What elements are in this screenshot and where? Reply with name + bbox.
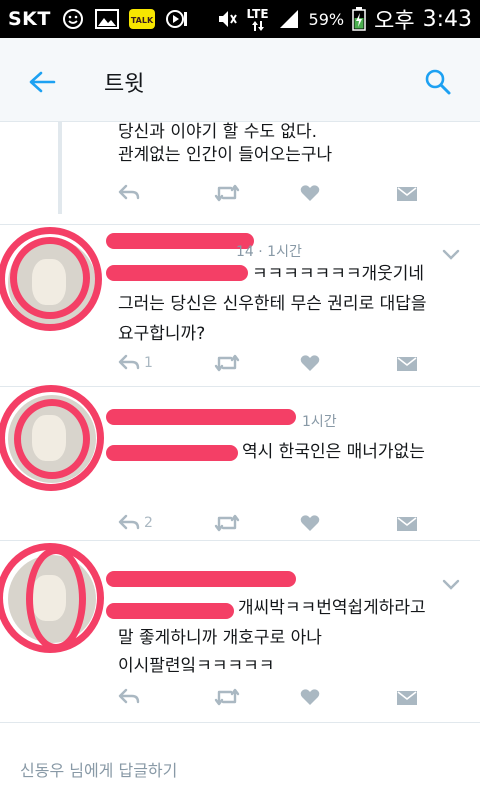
- tweet-actions: [118, 181, 418, 205]
- reply-count: 1: [144, 355, 153, 371]
- reply-composer[interactable]: 신동우 님에게 답글하기: [0, 722, 480, 800]
- kakaotalk-icon: TALK: [128, 7, 155, 31]
- envelope-icon: [397, 357, 417, 371]
- redacted-username: [106, 233, 254, 249]
- carrier-label: SKT: [8, 8, 51, 30]
- tweet-item[interactable]: 개씨박ㅋㅋ번역쉽게하라고 말 좋게하니까 개호구로 아나 이시팔련잌ㅋㅋㅋㅋㅋ: [0, 541, 480, 721]
- retweet-icon: [214, 514, 240, 532]
- search-button[interactable]: [418, 62, 458, 102]
- share-button[interactable]: [396, 685, 418, 709]
- gallery-icon: [94, 7, 119, 31]
- page-title: 트윗: [104, 72, 145, 97]
- redacted-mention: [106, 265, 248, 281]
- retweet-button[interactable]: [214, 511, 240, 535]
- chevron-down-icon[interactable]: [442, 249, 460, 261]
- network-label: LTE: [246, 6, 269, 21]
- heart-icon: [300, 689, 320, 705]
- redacted-username: [106, 571, 296, 587]
- tweet-actions: 1: [118, 351, 418, 375]
- search-icon: [425, 69, 451, 95]
- share-button[interactable]: [396, 351, 418, 375]
- kakaotalk-icon-label: TALK: [131, 16, 154, 25]
- status-bar: SKT TALK LTE 59% 오후 3:43: [0, 0, 480, 38]
- tweet-meta: 14 · 1시간: [236, 244, 302, 260]
- share-button[interactable]: [396, 181, 418, 205]
- tweet-text-line: 역시 한국인은 매너가없는: [242, 442, 425, 462]
- redaction-scribble: [10, 237, 90, 319]
- redacted-username: [106, 409, 296, 425]
- tweet-text-line: 요구합니까?: [118, 324, 206, 344]
- reply-icon: [118, 184, 140, 200]
- app-header: 트윗: [0, 38, 480, 122]
- like-button[interactable]: [300, 685, 320, 709]
- tweet-actions: 2: [118, 511, 418, 535]
- heart-icon: [300, 185, 320, 201]
- reply-input-placeholder[interactable]: 신동우 님에게 답글하기: [20, 757, 177, 781]
- status-time: 3:43: [422, 6, 472, 32]
- lte-indicator: LTE: [246, 6, 269, 31]
- tweet-item[interactable]: 14 · 1시간 ㅋㅋㅋㅋㅋㅋㅋ개웃기네 그러는 당신은 신우한테 무슨 권리로…: [0, 225, 480, 385]
- tweet-text-line: 그러는 당신은 신우한테 무슨 권리로 대답을: [118, 294, 427, 314]
- envelope-icon: [397, 187, 417, 201]
- reply-count: 2: [144, 515, 153, 531]
- like-button[interactable]: [300, 511, 320, 535]
- data-arrows-icon: [251, 20, 264, 31]
- signal-icon: [277, 7, 301, 31]
- reply-icon: [118, 514, 140, 530]
- share-button[interactable]: [396, 511, 418, 535]
- thread-line: [58, 122, 62, 214]
- envelope-icon: [397, 691, 417, 705]
- redaction-scribble: [26, 547, 86, 651]
- status-bar-right: LTE 59% 오후 3:43: [215, 0, 472, 38]
- smiley-icon: [61, 7, 85, 31]
- tweet-text-line: 말 좋게하니까 개호구로 아나: [118, 628, 322, 648]
- redacted-mention: [106, 603, 234, 619]
- tweet-text-line: 개씨박ㅋㅋ번역쉽게하라고: [238, 598, 426, 618]
- back-button[interactable]: [22, 62, 62, 102]
- redaction-scribble: [14, 399, 90, 479]
- like-button[interactable]: [300, 181, 320, 205]
- retweet-icon: [214, 354, 240, 372]
- mute-icon: [215, 7, 239, 31]
- battery-icon: [352, 7, 366, 31]
- tweet-text-line: ㅋㅋㅋㅋㅋㅋㅋ개웃기네: [252, 264, 425, 284]
- like-button[interactable]: [300, 351, 320, 375]
- heart-icon: [300, 355, 320, 371]
- retweet-icon: [214, 688, 240, 706]
- reply-icon: [118, 354, 140, 370]
- reply-button[interactable]: [118, 181, 140, 205]
- tweet-text-line: 이시팔련잌ㅋㅋㅋㅋㅋ: [118, 656, 275, 676]
- retweet-button[interactable]: [214, 181, 240, 205]
- retweet-button[interactable]: [214, 685, 240, 709]
- envelope-icon: [397, 517, 417, 531]
- reply-button[interactable]: 2: [118, 511, 153, 535]
- arrow-left-icon: [29, 71, 56, 93]
- tweet-meta: 1시간: [302, 414, 337, 430]
- reply-button[interactable]: 1: [118, 351, 153, 375]
- reply-button[interactable]: [118, 685, 140, 709]
- reply-icon: [118, 688, 140, 704]
- media-icon: [165, 7, 189, 31]
- tweet-actions: [118, 685, 418, 709]
- battery-percent: 59%: [308, 9, 345, 29]
- redacted-mention: [106, 445, 238, 461]
- tweet-item[interactable]: 1시간 역시 한국인은 매너가없는 2: [0, 385, 480, 539]
- tweet-text-line: 관계없는 인간이 들어오는구나: [118, 145, 333, 165]
- chevron-down-icon[interactable]: [442, 579, 460, 591]
- retweet-icon: [214, 184, 240, 202]
- status-bar-left: SKT TALK: [8, 0, 189, 38]
- retweet-button[interactable]: [214, 351, 240, 375]
- status-ampm: 오후: [374, 9, 415, 34]
- heart-icon: [300, 515, 320, 531]
